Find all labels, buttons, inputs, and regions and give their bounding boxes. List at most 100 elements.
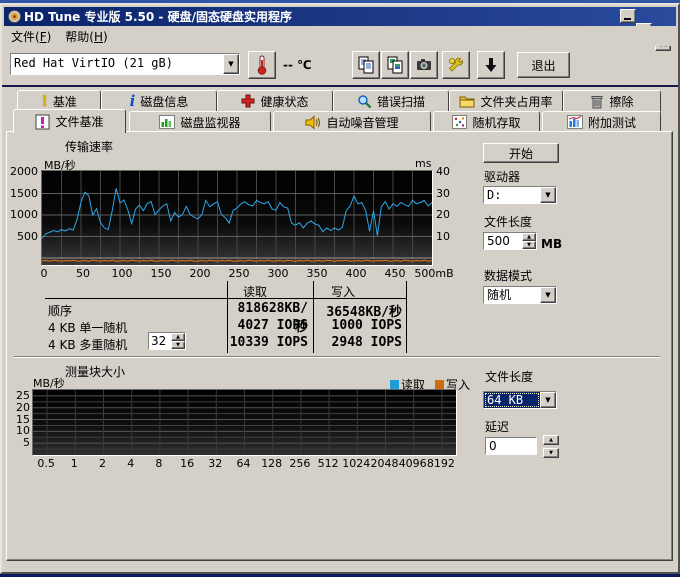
block-size-label: 测量块大小 xyxy=(65,363,125,380)
x-axis-tick: 150 xyxy=(139,267,183,280)
menu-file[interactable]: 文件(F) xyxy=(4,26,58,47)
chevron-down-icon[interactable]: ▼ xyxy=(540,287,556,303)
delay-value: 0 xyxy=(486,438,536,454)
extra-tests-icon xyxy=(567,115,583,129)
title-bar[interactable]: HD Tune 专业版 5.50 - 硬盘/固态硬盘实用程序 xyxy=(4,7,676,26)
scatter-dots-icon xyxy=(452,115,467,129)
tab-folder-usage[interactable]: 文件夹占用率 xyxy=(449,90,563,112)
temperature-button[interactable] xyxy=(248,51,276,79)
tab-file-benchmark[interactable]: 文件基准 xyxy=(13,109,126,133)
chevron-down-icon[interactable]: ▼ xyxy=(540,392,556,408)
row-4k-single-label: 4 KB 单一随机 xyxy=(48,319,127,336)
tab-random-access[interactable]: 随机存取 xyxy=(433,111,540,133)
file-length-down-icon[interactable]: ▼ xyxy=(522,241,536,249)
top-chart-right-unit: ms xyxy=(415,157,431,170)
transfer-rate-label: 传输速率 xyxy=(65,138,113,155)
y-axis-right-tick: 30 xyxy=(436,187,460,200)
delay-up-button[interactable]: ▲ xyxy=(543,435,559,445)
tab-disk-monitor[interactable]: 磁盘监视器 xyxy=(129,111,271,133)
app-icon xyxy=(7,9,22,24)
x-axis-tick: 500mB xyxy=(412,267,456,280)
x-axis-tick: 100 xyxy=(100,267,144,280)
drive-combobox[interactable]: Red Hat VirtIO (21 gB) ▼ xyxy=(10,53,240,75)
copy-image-button[interactable] xyxy=(381,51,409,79)
data-mode-select[interactable]: 随机 ▼ xyxy=(483,286,557,304)
chevron-down-icon[interactable]: ▼ xyxy=(223,54,239,74)
trash-icon xyxy=(590,94,604,109)
block-file-length-value: 64 KB xyxy=(484,392,540,408)
section-divider xyxy=(14,356,660,358)
down-arrow-icon xyxy=(482,56,500,74)
file-length-value: 500 xyxy=(484,233,522,249)
copy-text-icon xyxy=(357,56,375,74)
y-axis-tick: 15 xyxy=(2,413,30,426)
tab-extra-tests[interactable]: 附加测试 xyxy=(542,111,661,133)
screenshot-button[interactable] xyxy=(410,51,438,79)
x-axis-tick: 50 xyxy=(61,267,105,280)
x-axis-tick: 400 xyxy=(334,267,378,280)
y-axis-tick: 5 xyxy=(2,436,30,449)
start-button[interactable]: 开始 xyxy=(483,143,559,163)
minimize-icon xyxy=(624,18,631,20)
drive-select[interactable]: D: ▼ xyxy=(483,186,557,204)
options-icon xyxy=(447,56,465,74)
y-axis-tick: 10 xyxy=(2,424,30,437)
y-axis-right-tick: 10 xyxy=(436,230,460,243)
queue-depth-value: 32 xyxy=(149,333,171,349)
exit-button[interactable]: 退出 xyxy=(517,52,570,78)
magnifier-icon xyxy=(357,94,372,109)
tab-error-scan[interactable]: 错误扫描 xyxy=(333,90,449,112)
block-size-chart xyxy=(32,389,457,456)
folder-icon xyxy=(459,94,475,108)
health-cross-icon xyxy=(241,94,255,108)
delay-label: 延迟 xyxy=(485,418,509,435)
copy-text-button[interactable] xyxy=(352,51,380,79)
y-axis-left-tick: 1500 xyxy=(4,187,38,200)
save-results-button[interactable] xyxy=(477,51,505,79)
menu-bar: 文件(F) 帮助(H) xyxy=(4,26,676,46)
queue-down-icon[interactable]: ▼ xyxy=(171,341,185,349)
table-divider-3 xyxy=(406,281,407,353)
data-mode-value: 随机 xyxy=(484,287,540,303)
delay-input[interactable]: 0 xyxy=(485,437,537,455)
x-axis-tick: 350 xyxy=(295,267,339,280)
screenshot-icon xyxy=(415,56,433,74)
tab-erase[interactable]: 擦除 xyxy=(563,90,661,112)
tab-health[interactable]: 健康状态 xyxy=(217,90,333,112)
row-4k-single-read: 4027 IOPS xyxy=(228,318,308,333)
file-length-unit: MB xyxy=(541,237,562,251)
info-icon: i xyxy=(130,92,136,110)
y-axis-left-tick: 500 xyxy=(4,230,38,243)
options-button[interactable] xyxy=(442,51,470,79)
drive-combobox-value: Red Hat VirtIO (21 gB) xyxy=(11,54,223,74)
file-benchmark-icon xyxy=(35,114,50,130)
chevron-down-icon[interactable]: ▼ xyxy=(540,187,556,203)
file-length-up-icon[interactable]: ▲ xyxy=(522,233,536,241)
y-axis-right-tick: 20 xyxy=(436,208,460,221)
legend-write-swatch xyxy=(435,380,444,389)
queue-depth-spinner[interactable]: 32 ▲ ▼ xyxy=(148,332,186,350)
block-file-length-select[interactable]: 64 KB ▼ xyxy=(483,391,557,409)
delay-down-button[interactable]: ▼ xyxy=(543,448,559,458)
y-axis-left-tick: 1000 xyxy=(4,208,38,221)
menu-help[interactable]: 帮助(H) xyxy=(58,26,114,47)
screen: HD Tune 专业版 5.50 - 硬盘/固态硬盘实用程序 × 文件(F) 帮… xyxy=(0,0,680,577)
x-axis-tick: 8192 xyxy=(424,457,458,470)
block-file-length-label: 文件长度 xyxy=(485,368,533,385)
x-axis-tick: 0 xyxy=(22,267,66,280)
file-length-spinner[interactable]: 500 ▲ ▼ xyxy=(483,232,537,250)
x-axis-tick: 450 xyxy=(373,267,417,280)
x-axis-tick: 250 xyxy=(217,267,261,280)
row-sequential-label: 顺序 xyxy=(48,302,72,319)
thermometer-icon xyxy=(253,55,271,75)
drive-select-value: D: xyxy=(484,187,540,203)
exclamation-icon: ! xyxy=(41,92,48,110)
tab-noise-management[interactable]: 自动噪音管理 xyxy=(273,111,431,133)
bar-chart-icon xyxy=(159,115,175,129)
y-axis-right-tick: 40 xyxy=(436,165,460,178)
queue-up-icon[interactable]: ▲ xyxy=(171,333,185,341)
x-axis-tick: 300 xyxy=(256,267,300,280)
exit-button-label: 退出 xyxy=(531,57,555,74)
minimize-button[interactable] xyxy=(620,9,636,23)
x-axis-tick: 200 xyxy=(178,267,222,280)
